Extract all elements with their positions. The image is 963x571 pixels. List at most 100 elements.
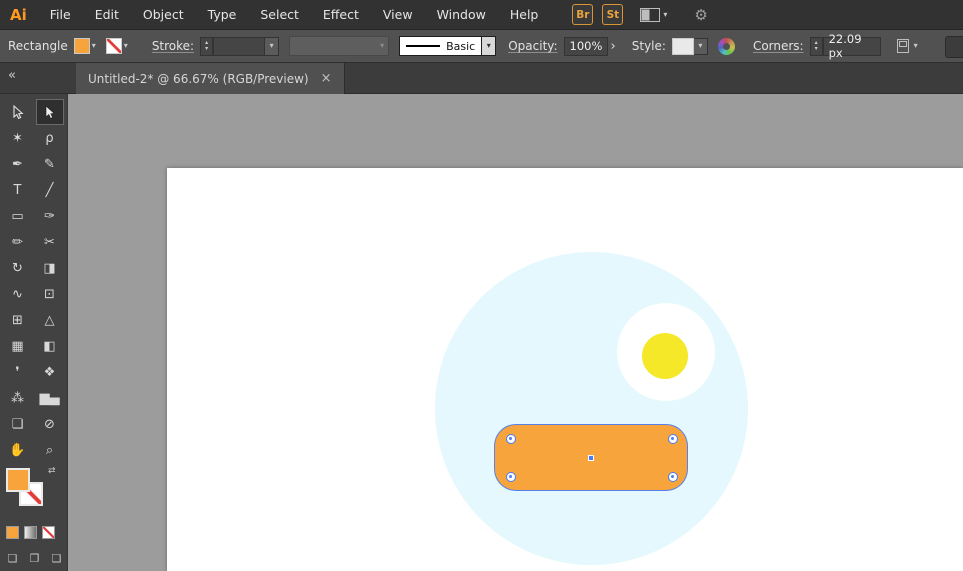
recolor-artwork-icon[interactable] xyxy=(718,38,735,55)
swap-fill-stroke-icon[interactable]: ⇄ xyxy=(48,466,56,476)
magic-wand-tool-icon[interactable]: ✶ xyxy=(5,126,31,150)
tool-grid: ✶ρ✒✎T╱▭✑✏✂↻◨∿⊡⊞△▦◧❜❖⁂▆▄❏⊘✋⌕ xyxy=(0,94,67,462)
arrange-documents-icon xyxy=(640,8,660,22)
collapse-dock-icon[interactable]: « xyxy=(8,68,16,83)
graphic-style-swatch[interactable] xyxy=(672,38,694,55)
brush-definition-dropdown[interactable]: ▾ xyxy=(289,36,389,56)
corner-radius-widget[interactable] xyxy=(506,472,516,482)
column-graph-tool-icon[interactable]: ▆▄ xyxy=(37,386,63,410)
fill-color-control[interactable]: ▾ xyxy=(74,38,96,54)
menu-edit[interactable]: Edit xyxy=(83,0,131,29)
line-segment-tool-icon[interactable]: ╱ xyxy=(37,178,63,202)
gear-icon[interactable]: ⚙ xyxy=(694,6,707,24)
slice-tool-icon[interactable]: ⊘ xyxy=(37,412,63,436)
rectangle-tool-icon[interactable]: ▭ xyxy=(5,204,31,228)
style-label: Style: xyxy=(632,39,666,53)
menu-window[interactable]: Window xyxy=(425,0,498,29)
artboard-options-button[interactable]: ▾ xyxy=(895,38,918,54)
paintbrush-tool-icon[interactable]: ✑ xyxy=(37,204,63,228)
stroke-weight-stepper[interactable]: ▴ ▾ xyxy=(200,37,213,56)
menu-help[interactable]: Help xyxy=(498,0,551,29)
selection-tool-icon[interactable] xyxy=(5,100,31,124)
chevron-down-icon: ▾ xyxy=(487,42,491,50)
blend-tool-icon[interactable]: ❖ xyxy=(37,360,63,384)
menu-effect[interactable]: Effect xyxy=(311,0,371,29)
draw-behind-icon[interactable]: ❐ xyxy=(25,549,44,567)
selection-center-point[interactable] xyxy=(588,455,594,461)
draw-normal-icon[interactable]: ❏ xyxy=(3,549,22,567)
fill-color-swatch[interactable] xyxy=(74,38,90,54)
canvas-workspace[interactable] xyxy=(68,94,963,571)
menu-type[interactable]: Type xyxy=(196,0,249,29)
artboard-tool-icon[interactable]: ❏ xyxy=(5,412,31,436)
menu-view[interactable]: View xyxy=(371,0,425,29)
graphic-style-dropdown[interactable]: ▾ xyxy=(694,38,708,55)
corners-value-field[interactable]: 22.09 px xyxy=(823,37,881,56)
rotate-tool-icon[interactable]: ↻ xyxy=(5,256,31,280)
gradient-button[interactable] xyxy=(24,526,37,539)
scale-tool-icon[interactable]: ◨ xyxy=(37,256,63,280)
document-tab-title: Untitled-2* @ 66.67% (RGB/Preview) xyxy=(88,72,309,86)
panels-icon[interactable] xyxy=(945,36,963,58)
close-icon[interactable]: × xyxy=(321,71,332,86)
stroke-style-value: Basic xyxy=(446,40,475,53)
color-mode-row xyxy=(6,526,55,539)
menu-bar-right: Br St ▾ ⚙ xyxy=(572,4,707,25)
draw-inside-icon[interactable]: ❑ xyxy=(47,549,66,567)
shape-builder-tool-icon[interactable]: ⊞ xyxy=(5,308,31,332)
type-tool-icon[interactable]: T xyxy=(5,178,31,202)
corner-radius-widget[interactable] xyxy=(668,434,678,444)
stroke-weight-dropdown[interactable]: ▾ xyxy=(265,37,279,56)
corner-radius-widget[interactable] xyxy=(668,472,678,482)
corner-radius-widget[interactable] xyxy=(506,434,516,444)
stepper-down-icon[interactable]: ▾ xyxy=(205,46,208,52)
stroke-color-swatch-none[interactable] xyxy=(106,38,122,54)
document-tab[interactable]: Untitled-2* @ 66.67% (RGB/Preview) × xyxy=(76,63,345,94)
color-button[interactable] xyxy=(6,526,19,539)
stroke-label[interactable]: Stroke: xyxy=(152,39,194,53)
background-circle-shape[interactable] xyxy=(435,252,748,565)
scissors-tool-icon[interactable]: ✂ xyxy=(37,230,63,254)
menu-select[interactable]: Select xyxy=(248,0,311,29)
chevron-down-icon: ▾ xyxy=(124,42,128,50)
menu-file[interactable]: File xyxy=(38,0,83,29)
pencil-tool-icon[interactable]: ✏ xyxy=(5,230,31,254)
menu-bar: Ai FileEditObjectTypeSelectEffectViewWin… xyxy=(0,0,963,30)
mesh-tool-icon[interactable]: ▦ xyxy=(5,334,31,358)
stroke-weight-field[interactable] xyxy=(213,37,265,56)
stroke-style-caret[interactable]: ▾ xyxy=(482,36,496,56)
arrange-documents-button[interactable]: ▾ xyxy=(640,8,667,22)
corners-label[interactable]: Corners: xyxy=(753,39,804,53)
menu-object[interactable]: Object xyxy=(131,0,196,29)
fill-proxy-swatch[interactable] xyxy=(6,468,30,492)
curvature-tool-icon[interactable]: ✎ xyxy=(37,152,63,176)
bridge-button[interactable]: Br xyxy=(572,4,593,25)
chevron-down-icon: ▾ xyxy=(270,42,274,50)
none-button[interactable] xyxy=(42,526,55,539)
opacity-field[interactable]: 100% xyxy=(564,37,608,56)
free-transform-tool-icon[interactable]: ⊡ xyxy=(37,282,63,306)
tab-bar: « Untitled-2* @ 66.67% (RGB/Preview) × xyxy=(0,63,963,94)
stock-button[interactable]: St xyxy=(602,4,623,25)
pen-tool-icon[interactable]: ✒ xyxy=(5,152,31,176)
selected-object-type: Rectangle xyxy=(8,39,68,53)
fill-stroke-indicator: ⇄ xyxy=(6,468,62,520)
stepper-down-icon[interactable]: ▾ xyxy=(815,46,818,52)
stroke-style-dropdown[interactable]: Basic xyxy=(399,36,482,56)
lasso-tool-icon[interactable]: ρ xyxy=(37,126,63,150)
gradient-tool-icon[interactable]: ◧ xyxy=(37,334,63,358)
zoom-tool-icon[interactable]: ⌕ xyxy=(37,438,63,462)
hand-tool-icon[interactable]: ✋ xyxy=(5,438,31,462)
illustrator-window: Ai FileEditObjectTypeSelectEffectViewWin… xyxy=(0,0,963,571)
chevron-down-icon: ▾ xyxy=(380,42,384,50)
corners-stepper[interactable]: ▴ ▾ xyxy=(810,37,823,56)
perspective-grid-tool-icon[interactable]: △ xyxy=(37,308,63,332)
symbol-sprayer-tool-icon[interactable]: ⁂ xyxy=(5,386,31,410)
opacity-menu-chevron-icon[interactable]: › xyxy=(611,39,616,54)
width-tool-icon[interactable]: ∿ xyxy=(5,282,31,306)
opacity-label[interactable]: Opacity: xyxy=(508,39,557,53)
eyedropper-tool-icon[interactable]: ❜ xyxy=(5,360,31,384)
egg-yolk-circle-shape[interactable] xyxy=(642,333,688,379)
direct-selection-tool-icon[interactable] xyxy=(37,100,63,124)
stroke-color-control[interactable]: ▾ xyxy=(106,38,128,54)
